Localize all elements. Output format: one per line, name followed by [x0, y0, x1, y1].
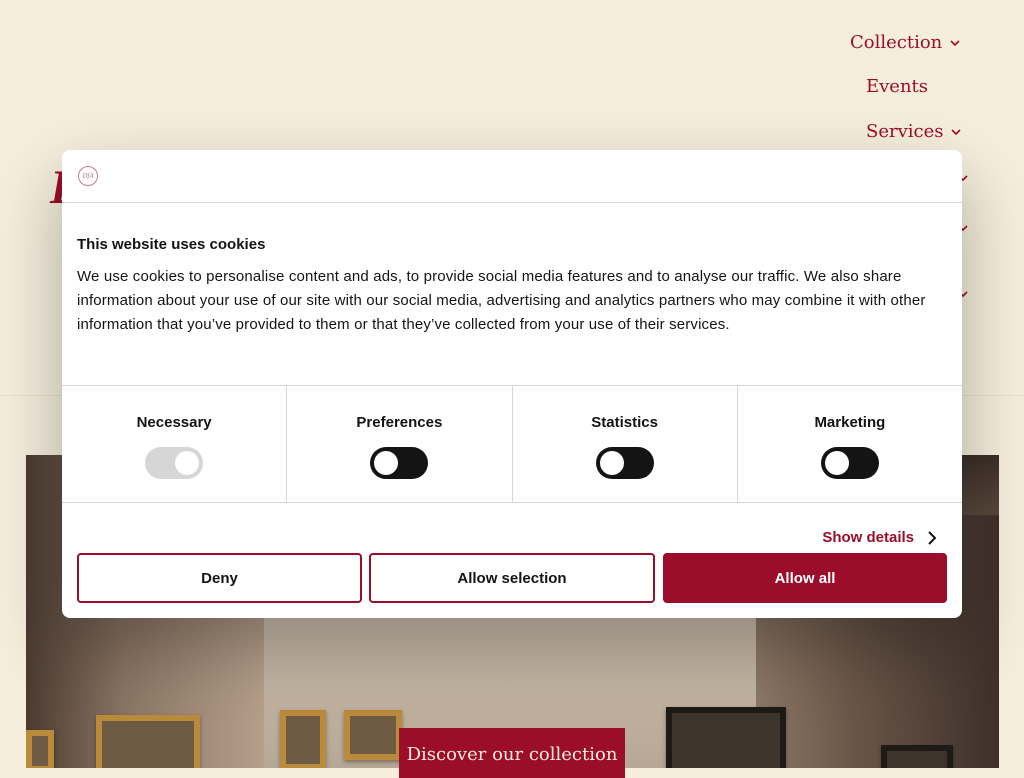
category-label: Marketing: [814, 414, 886, 431]
toggle-knob: [175, 451, 200, 475]
dialog-buttons: Deny Allow selection Allow all: [77, 553, 947, 603]
chevron-right-icon: [928, 530, 936, 545]
nav-events-label: Events: [866, 76, 929, 97]
show-details-link[interactable]: Show details: [822, 529, 936, 546]
nav-collection-label: Collection: [850, 32, 943, 53]
category-necessary: Necessary: [62, 386, 288, 502]
chevron-down-icon: [950, 39, 960, 46]
painting-frame: [96, 715, 200, 768]
nav-events[interactable]: Events: [866, 76, 928, 97]
preferences-toggle[interactable]: [370, 447, 429, 479]
nav-services-label: Services: [866, 121, 944, 142]
dialog-header: DfA: [62, 150, 962, 203]
category-statistics: Statistics: [513, 386, 738, 502]
necessary-toggle: [145, 447, 204, 479]
show-details-label: Show details: [822, 529, 914, 546]
category-label: Preferences: [356, 414, 443, 431]
nav-services[interactable]: Services: [866, 121, 962, 142]
brand-logo-icon: DfA: [78, 166, 98, 186]
allow-selection-button[interactable]: Allow selection: [369, 553, 655, 603]
painting-frame: [666, 707, 786, 768]
dialog-description: We use cookies to personalise content an…: [77, 268, 926, 333]
cookie-category-toggles: Necessary Preferences Statistics Marketi…: [62, 385, 962, 503]
allow-all-button[interactable]: Allow all: [663, 553, 947, 603]
category-label: Necessary: [136, 414, 212, 431]
toggle-knob: [599, 451, 624, 475]
painting-frame: [881, 745, 953, 768]
category-preferences: Preferences: [287, 386, 513, 502]
painting-frame: [344, 710, 402, 760]
statistics-toggle[interactable]: [595, 447, 654, 479]
marketing-toggle[interactable]: [820, 447, 879, 479]
deny-button[interactable]: Deny: [77, 553, 362, 603]
category-label: Statistics: [591, 414, 658, 431]
cookie-consent-dialog: DfA This website uses cookies We use coo…: [62, 150, 962, 618]
painting-frame: [26, 730, 54, 768]
dialog-body: This website uses cookies We use cookies…: [62, 203, 962, 385]
category-marketing: Marketing: [738, 386, 962, 502]
nav-collection[interactable]: Collection: [850, 32, 960, 53]
discover-collection-button[interactable]: Discover our collection: [399, 728, 625, 778]
dialog-title: This website uses cookies: [77, 236, 266, 253]
toggle-knob: [374, 451, 399, 475]
painting-frame: [280, 710, 326, 768]
chevron-down-icon: [951, 128, 962, 135]
toggle-knob: [824, 451, 849, 475]
